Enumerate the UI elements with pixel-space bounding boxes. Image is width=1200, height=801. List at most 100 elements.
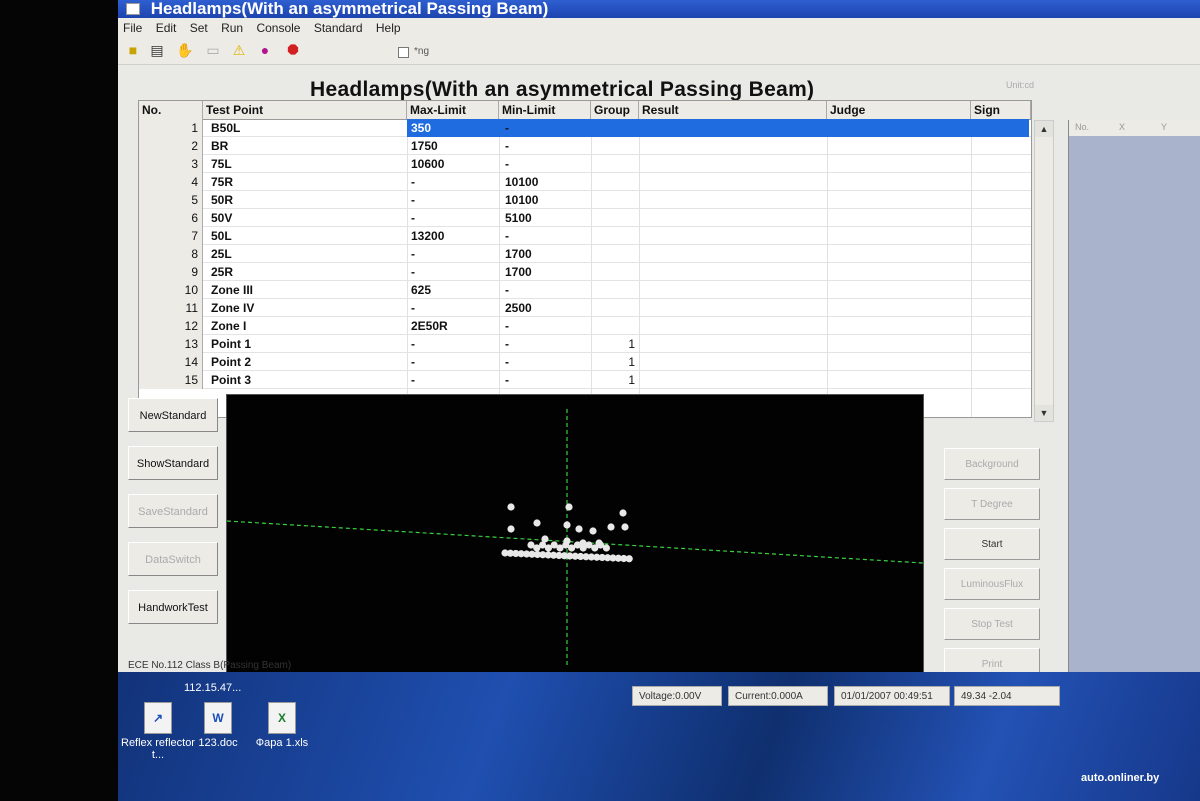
table-row[interactable]: 12 Zone I 2E50R - [139,317,1031,335]
min-limit-cell[interactable]: 2500 [505,299,591,317]
row-number[interactable]: 12 [139,317,203,335]
group-cell[interactable] [591,119,639,137]
table-scrollbar[interactable]: ▲ ▼ [1034,120,1054,422]
min-limit-cell[interactable]: - [505,371,591,389]
max-limit-cell[interactable]: - [411,191,499,209]
table-row[interactable]: 7 50L 13200- [139,227,1031,245]
table-row[interactable]: 9 25R -1700 [139,263,1031,281]
save-icon[interactable]: ▤ [148,41,166,59]
test-point-cell[interactable]: Zone I [209,317,407,335]
row-number[interactable]: 2 [139,137,203,155]
col-sign[interactable]: Sign [971,101,1031,119]
table-row[interactable]: 1 B50L 350- [139,119,1031,137]
col-result[interactable]: Result [639,101,827,119]
open-folder-icon[interactable]: ■ [124,41,142,59]
row-number[interactable]: 7 [139,227,203,245]
max-limit-cell[interactable]: - [411,173,499,191]
group-cell[interactable] [591,227,639,245]
title-bar[interactable]: Headlamps(With an asymmetrical Passing B… [118,0,1200,18]
min-limit-cell[interactable]: 10100 [505,173,591,191]
table-row[interactable]: 3 75L 10600- [139,155,1031,173]
table-row[interactable]: 13 Point 1--1 [139,335,1031,353]
hand-icon[interactable]: ✋ [176,41,194,59]
group-cell[interactable] [591,299,639,317]
max-limit-cell[interactable]: - [411,245,499,263]
col-group[interactable]: Group [591,101,639,119]
max-limit-cell[interactable]: - [411,335,499,353]
record-icon[interactable]: ● [256,41,274,59]
test-point-cell[interactable]: BR [209,137,407,155]
show-standard-button[interactable]: ShowStandard [128,446,218,480]
min-limit-cell[interactable]: - [505,155,591,173]
test-point-cell[interactable]: 25L [209,245,407,263]
background-button[interactable]: Background [944,448,1040,480]
row-number[interactable]: 3 [139,155,203,173]
table-row[interactable]: 8 25L -1700 [139,245,1031,263]
menu-set[interactable]: Set [185,18,213,38]
table-row[interactable]: 2 BR 1750- [139,137,1031,155]
start-button[interactable]: Start [944,528,1040,560]
row-number[interactable]: 4 [139,173,203,191]
table-row[interactable]: 11 Zone IV -2500 [139,299,1031,317]
min-limit-cell[interactable]: - [505,335,591,353]
min-limit-cell[interactable]: - [505,281,591,299]
table-row[interactable]: 5 50R -10100 [139,191,1031,209]
row-number[interactable]: 8 [139,245,203,263]
col-test-point[interactable]: Test Point [203,101,407,119]
max-limit-cell[interactable]: - [411,299,499,317]
test-point-cell[interactable]: Point 2 [209,353,407,371]
group-cell[interactable] [591,173,639,191]
t-degree-button[interactable]: T Degree [944,488,1040,520]
menu-help[interactable]: Help [371,18,406,38]
test-point-cell[interactable]: 50V [209,209,407,227]
warning-icon[interactable]: ⚠ [230,41,248,59]
test-point-cell[interactable]: 75R [209,173,407,191]
min-limit-cell[interactable]: - [505,119,591,137]
test-point-cell[interactable]: 75L [209,155,407,173]
save-standard-button[interactable]: SaveStandard [128,494,218,528]
test-point-cell[interactable]: B50L [209,119,407,137]
group-cell[interactable]: 1 [591,353,639,371]
test-point-cell[interactable]: 50L [209,227,407,245]
col-max-limit[interactable]: Max-Limit [407,101,499,119]
min-limit-cell[interactable]: 1700 [505,263,591,281]
test-point-cell[interactable]: Zone IV [209,299,407,317]
col-no[interactable]: No. [139,101,203,119]
row-number[interactable]: 10 [139,281,203,299]
min-limit-cell[interactable]: 5100 [505,209,591,227]
row-number[interactable]: 11 [139,299,203,317]
scroll-up-icon[interactable]: ▲ [1035,121,1053,137]
menu-standard[interactable]: Standard [309,18,368,38]
menu-file[interactable]: File [118,18,147,38]
disabled-icon[interactable]: ▭ [204,41,222,59]
row-number[interactable]: 9 [139,263,203,281]
min-limit-cell[interactable]: - [505,353,591,371]
max-limit-cell[interactable]: - [411,263,499,281]
group-cell[interactable]: 1 [591,371,639,389]
stop-icon[interactable]: ⯃ [284,41,302,59]
scroll-down-icon[interactable]: ▼ [1035,405,1053,421]
menu-console[interactable]: Console [251,18,305,38]
col-min-limit[interactable]: Min-Limit [499,101,591,119]
row-number[interactable]: 6 [139,209,203,227]
row-number[interactable]: 5 [139,191,203,209]
test-point-cell[interactable]: 50R [209,191,407,209]
min-limit-cell[interactable]: - [505,227,591,245]
row-number[interactable]: 15 [139,371,203,389]
max-limit-cell[interactable]: 350 [411,119,499,137]
max-limit-cell[interactable]: 10600 [411,155,499,173]
table-row[interactable]: 14 Point 2--1 [139,353,1031,371]
table-row[interactable]: 4 75R -10100 [139,173,1031,191]
test-point-cell[interactable]: Zone III [209,281,407,299]
table-row[interactable]: 6 50V -5100 [139,209,1031,227]
stop-test-button[interactable]: Stop Test [944,608,1040,640]
group-cell[interactable] [591,263,639,281]
group-cell[interactable] [591,191,639,209]
table-row[interactable]: 10 Zone III 625- [139,281,1031,299]
test-point-cell[interactable]: Point 3 [209,371,407,389]
col-judge[interactable]: Judge [827,101,971,119]
max-limit-cell[interactable]: 1750 [411,137,499,155]
new-standard-button[interactable]: NewStandard [128,398,218,432]
group-cell[interactable] [591,155,639,173]
table-row[interactable]: 15 Point 3--1 [139,371,1031,389]
